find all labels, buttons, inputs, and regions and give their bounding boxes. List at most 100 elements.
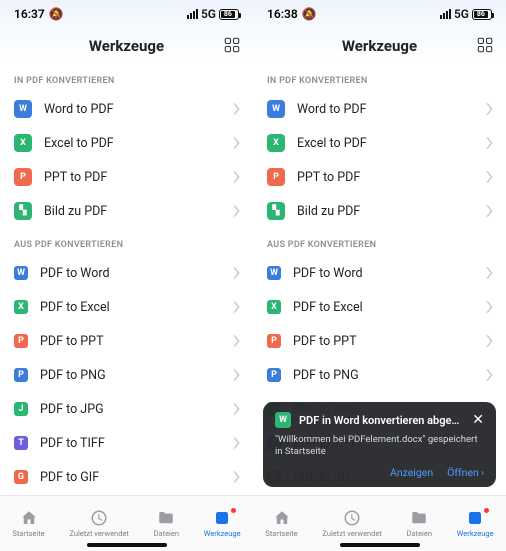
tool-icon: ▚	[14, 202, 32, 220]
tool-label: PDF to TIFF	[40, 436, 221, 451]
tools-icon	[465, 509, 485, 527]
screenshot-left: 16:37 🔕 5G 86 Werkzeuge IN PDF KONVERTIE…	[0, 0, 253, 551]
tool-row[interactable]: GPDF to GIF	[0, 460, 253, 494]
tool-icon: G	[14, 470, 28, 484]
chevron-right-icon	[233, 103, 241, 115]
tab-startseite[interactable]: Startseite	[12, 509, 44, 538]
chevron-right-icon	[486, 137, 494, 149]
tool-label: PPT to PDF	[297, 170, 474, 185]
status-bar: 16:37 🔕 5G 86	[0, 0, 253, 28]
tool-row[interactable]: P PPT to PDF	[0, 160, 253, 194]
tool-row[interactable]: XPDF to Excel	[253, 290, 506, 324]
page-title: Werkzeuge	[89, 37, 164, 55]
tool-icon: P	[267, 368, 281, 382]
chevron-right-icon	[486, 369, 494, 381]
chevron-right-icon: ›	[481, 466, 484, 479]
section-auspdf-title: AUS PDF KONVERTIEREN	[0, 228, 253, 256]
section-inpdf-list: WWord to PDFXExcel to PDFPPPT to PDF ▚ Bil…	[253, 92, 506, 228]
chevron-right-icon	[233, 437, 241, 449]
tool-row[interactable]: WWord to PDF	[0, 92, 253, 126]
tool-label: PDF to PNG	[293, 368, 474, 383]
tool-label: Excel to PDF	[297, 136, 474, 151]
toast-view-button[interactable]: Anzeigen	[390, 466, 433, 479]
tab-startseite[interactable]: Startseite	[265, 509, 297, 538]
tool-row[interactable]: ▚ Bild zu PDF	[253, 194, 506, 228]
section-inpdf-title: IN PDF KONVERTIEREN	[0, 64, 253, 92]
notification-silence-icon: 🔕	[302, 7, 317, 21]
network-label: 5G	[454, 7, 469, 21]
tab-zuletzt[interactable]: Zuletzt verwendet	[322, 509, 381, 538]
tool-row[interactable]: X PDF to Excel	[0, 290, 253, 324]
tab-label: Zuletzt verwendet	[322, 529, 381, 538]
tool-row[interactable]: P PDF to PNG	[253, 358, 506, 392]
tool-row[interactable]: ▚Bild zu PDF	[0, 194, 253, 228]
grid-icon	[223, 36, 241, 54]
tool-icon: T	[14, 436, 28, 450]
tool-row[interactable]: PPDF to PNG	[0, 358, 253, 392]
battery-icon: 86	[219, 9, 239, 20]
clock: 16:37	[14, 7, 45, 21]
tab-dateien[interactable]: Dateien	[407, 509, 432, 538]
tool-row[interactable]: XExcel to PDF	[0, 126, 253, 160]
tool-icon: X	[14, 300, 28, 314]
layout-toggle-button[interactable]	[476, 36, 494, 58]
tab-zuletzt[interactable]: Zuletzt verwendet	[69, 509, 128, 538]
clock-icon	[89, 509, 109, 527]
tool-row[interactable]: XExcel to PDF	[253, 126, 506, 160]
notification-dot	[484, 508, 489, 513]
chevron-right-icon	[233, 369, 241, 381]
tool-row[interactable]: PPDF to PPT	[0, 324, 253, 358]
tab-label: Startseite	[12, 529, 44, 538]
clock-icon	[342, 509, 362, 527]
conversion-toast: W PDF in Word konvertieren abgeschlos… ✕…	[263, 402, 496, 487]
home-indicator[interactable]	[340, 543, 420, 547]
tool-label: Bild zu PDF	[297, 204, 474, 219]
toast-open-button[interactable]: Öffnen›	[447, 466, 484, 479]
content-scroll[interactable]: IN PDF KONVERTIEREN WWord to PDFXExcel t…	[253, 64, 506, 495]
tool-row[interactable]: PPPT to PDF	[253, 160, 506, 194]
tool-icon: P	[14, 168, 32, 186]
tab-werkzeuge[interactable]: Werkzeuge	[204, 509, 241, 538]
screenshot-right: 16:38 🔕 5G 86 Werkzeuge IN PDF KONVERTIE…	[253, 0, 506, 551]
tab-label: Zuletzt verwendet	[69, 529, 128, 538]
signal-icon	[187, 9, 198, 19]
tool-icon: P	[14, 334, 28, 348]
chevron-right-icon	[233, 267, 241, 279]
tool-label: PDF to Word	[293, 266, 474, 281]
tool-icon: W	[14, 100, 32, 118]
tool-row[interactable]: P PDF to PPT	[253, 324, 506, 358]
tool-label: PPT to PDF	[44, 170, 221, 185]
tab-dateien[interactable]: Dateien	[154, 509, 179, 538]
tool-row[interactable]: T PDF to TIFF	[0, 426, 253, 460]
notification-silence-icon: 🔕	[49, 7, 64, 21]
home-indicator[interactable]	[87, 543, 167, 547]
network-label: 5G	[201, 7, 216, 21]
layout-toggle-button[interactable]	[223, 36, 241, 58]
tool-icon: ▚	[267, 202, 285, 220]
section-auspdf-list: WPDF to WordXPDF to ExcelPPDF to PPTPPDF…	[0, 256, 253, 494]
tools-icon	[212, 509, 232, 527]
tool-label: PDF to PPT	[293, 334, 474, 349]
chevron-right-icon	[486, 205, 494, 217]
tab-label: Dateien	[154, 529, 179, 538]
tab-label: Werkzeuge	[457, 529, 494, 538]
tab-werkzeuge[interactable]: Werkzeuge	[457, 509, 494, 538]
tab-bar: Startseite Zuletzt verwendet Dateien Wer…	[0, 495, 253, 551]
tool-row[interactable]: WPDF to Word	[253, 256, 506, 290]
tool-row[interactable]: JPDF to JPG	[0, 392, 253, 426]
tool-label: PDF to Excel	[40, 300, 221, 315]
tool-icon: P	[267, 334, 281, 348]
tool-row[interactable]: WWord to PDF	[253, 92, 506, 126]
tool-label: PDF to PNG	[40, 368, 221, 383]
word-icon: W	[275, 412, 291, 428]
chevron-right-icon	[233, 403, 241, 415]
chevron-right-icon	[233, 301, 241, 313]
content-scroll[interactable]: IN PDF KONVERTIEREN WWord to PDFXExcel t…	[0, 64, 253, 495]
toast-close-button[interactable]: ✕	[472, 413, 484, 427]
home-icon	[19, 509, 39, 527]
chevron-right-icon	[233, 137, 241, 149]
section-auspdf-title: AUS PDF KONVERTIEREN	[253, 228, 506, 256]
chevron-right-icon	[486, 335, 494, 347]
tool-row[interactable]: WPDF to Word	[0, 256, 253, 290]
clock: 16:38	[267, 7, 298, 21]
